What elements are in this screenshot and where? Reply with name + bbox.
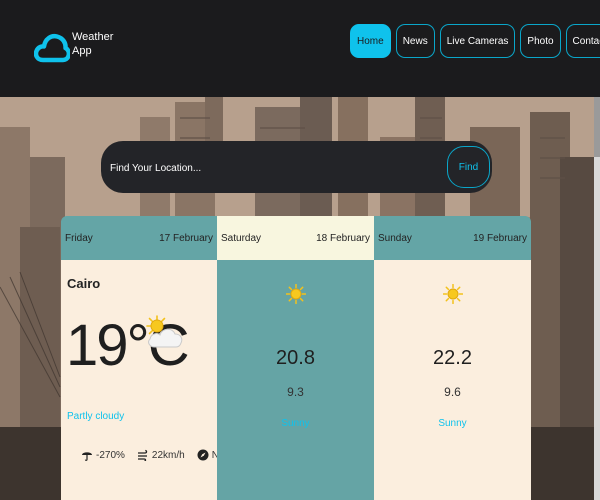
- site-header: Weather App Home News Live Cameras Photo…: [0, 0, 600, 97]
- forecast-card-today: Friday 17 February Cairo 19°C Partly clo…: [61, 216, 233, 500]
- day-name: Saturday: [221, 232, 262, 244]
- nav-item-live-cameras[interactable]: Live Cameras: [439, 24, 516, 58]
- nav-item-home[interactable]: Home: [350, 24, 391, 58]
- nav-item-news[interactable]: News: [395, 24, 435, 58]
- weather-condition: Partly cloudy: [67, 411, 125, 422]
- sun-icon: [285, 284, 306, 304]
- scrollbar-thumb[interactable]: [594, 97, 600, 157]
- wind-value: 22km/h: [151, 449, 185, 461]
- forecast-card-day-2: Saturday 18 February 20.8 9.3 Sunny: [217, 216, 374, 500]
- max-temperature: 22.2: [433, 347, 472, 369]
- sun-icon: [442, 284, 463, 304]
- min-temperature: 9.6: [444, 385, 461, 399]
- compass-icon: [197, 449, 209, 461]
- scrollbar-track[interactable]: [594, 97, 600, 500]
- min-temperature: 9.3: [287, 385, 304, 399]
- humidity-value: -270%: [96, 449, 125, 461]
- forecast-card-day-3: Sunday 19 February 22.2 9.6 Sunny: [374, 216, 531, 500]
- forecast-panel: Friday 17 February Cairo 19°C Partly clo…: [61, 216, 531, 500]
- app-brand[interactable]: Weather App: [72, 30, 122, 58]
- weather-stats: -270% 22km/h: [81, 449, 233, 461]
- nav-item-photo[interactable]: Photo: [520, 24, 561, 58]
- date-label: 18 February: [316, 232, 370, 244]
- nav-item-contact[interactable]: Contact: [565, 24, 600, 58]
- location-search-bar: Find: [101, 141, 492, 195]
- city-name: Cairo: [67, 276, 101, 291]
- umbrella-icon: [82, 452, 92, 461]
- weather-page: Weather App Home News Live Cameras Photo…: [0, 0, 600, 500]
- card-header: Friday 17 February: [61, 216, 217, 260]
- wind-icon: [137, 449, 148, 461]
- card-body: Cairo 19°C Partly cloudy -270% 22km/h: [61, 260, 233, 500]
- card-header: Saturday 18 February: [217, 216, 374, 260]
- partly-cloudy-icon: [146, 315, 183, 348]
- brand-line-2: App: [72, 45, 92, 57]
- card-body: 22.2 9.6 Sunny: [374, 260, 531, 500]
- max-temperature: 20.8: [276, 347, 315, 369]
- location-search-input[interactable]: [108, 141, 442, 195]
- weather-condition: Sunny: [281, 418, 310, 429]
- wind-stat: 22km/h: [137, 449, 185, 461]
- card-header: Sunday 19 February: [374, 216, 531, 260]
- day-name: Sunday: [378, 232, 412, 244]
- main-nav: Home News Live Cameras Photo Contact: [350, 24, 600, 58]
- weather-condition: Sunny: [438, 418, 467, 429]
- date-label: 17 February: [159, 232, 213, 244]
- date-label: 19 February: [473, 232, 527, 244]
- cloud-logo-icon[interactable]: [34, 30, 70, 66]
- humidity-stat: -270%: [81, 449, 125, 461]
- day-name: Friday: [65, 232, 93, 244]
- card-body: 20.8 9.3 Sunny: [217, 260, 374, 500]
- brand-line-1: Weather: [72, 31, 114, 43]
- find-button[interactable]: Find: [447, 146, 490, 188]
